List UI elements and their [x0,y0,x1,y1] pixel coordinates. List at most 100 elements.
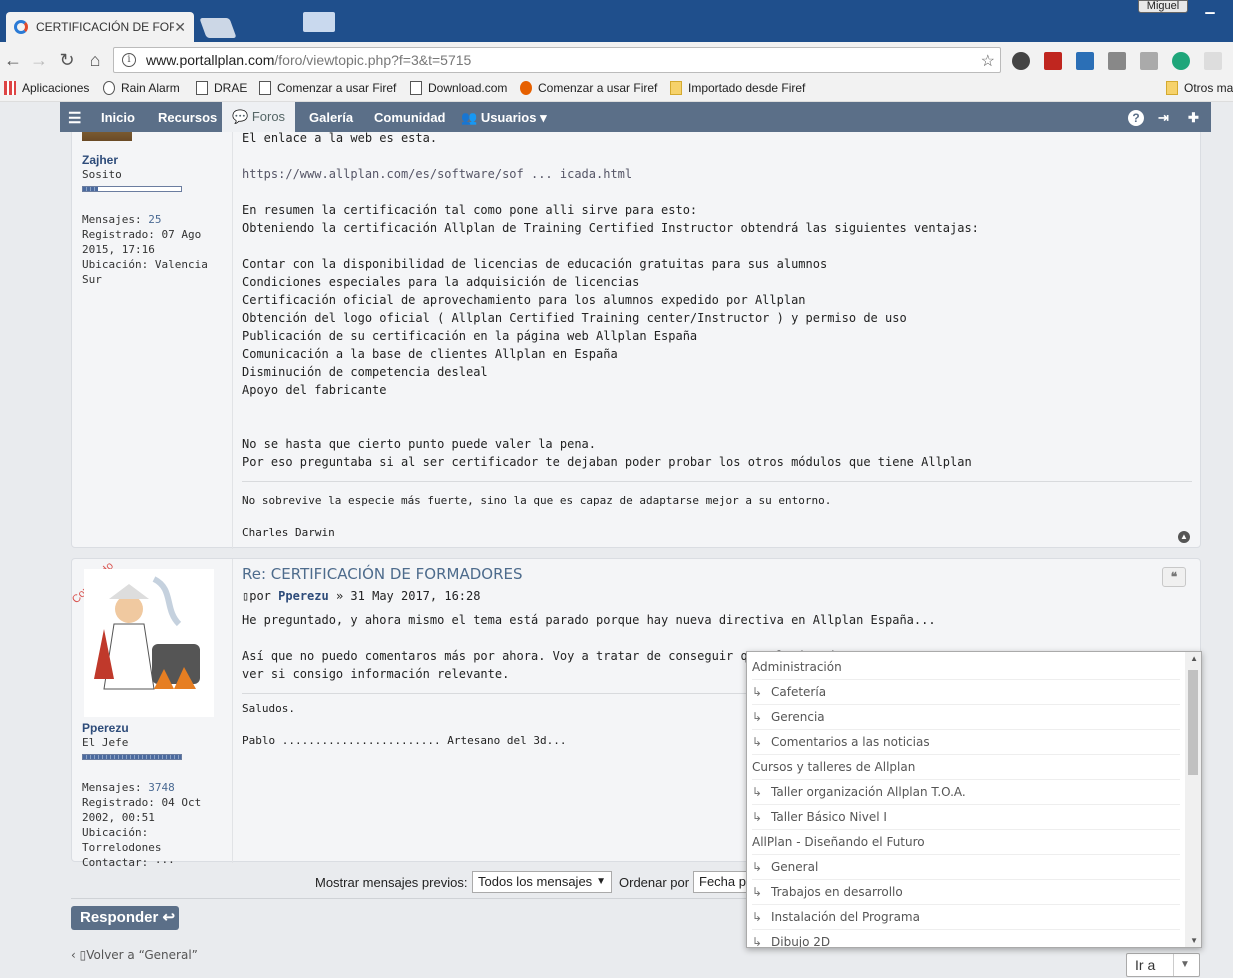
back-to-forum-link[interactable]: ‹ ▯Volver a “General” [71,948,198,962]
bookmark-otros[interactable]: Otros ma [1166,81,1233,95]
site-favicon-icon [14,20,28,34]
extension-green-icon[interactable] [1172,52,1190,70]
extension-books-icon[interactable] [1076,52,1094,70]
extension-chef-icon[interactable] [1012,52,1030,70]
post-line: Por eso preguntaba si al ser certificado… [242,455,972,469]
jump-option[interactable]: ↳ Gerencia [752,705,1180,730]
bookmark-apps[interactable]: Aplicaciones [4,81,89,95]
jump-label: Ir a [1135,957,1156,973]
contact-menu-button[interactable]: ··· [155,856,175,869]
bookmark-rain-alarm[interactable]: Rain Alarm [103,81,180,95]
nav-comunidad[interactable]: Comunidad [374,110,446,125]
home-icon[interactable]: ⌂ [84,50,106,70]
page-icon [259,81,271,95]
info-icon[interactable]: i [122,53,136,67]
back-icon[interactable]: ← [2,50,24,70]
jump-option[interactable]: ↳ Taller organización Allplan T.O.A. [752,780,1180,805]
bookmark-label: Otros ma [1184,81,1233,95]
byline-author[interactable]: Pperezu [278,589,329,603]
umbrella-icon [103,81,115,95]
jump-option[interactable]: ↳ General [752,855,1180,880]
post-line: Obtención del logo oficial ( Allplan Cer… [242,311,907,325]
extension-s-icon[interactable] [1108,52,1126,70]
close-tab-icon[interactable]: ✕ [174,19,186,36]
jump-to-button[interactable]: Ir a ▼ [1126,953,1200,977]
jump-to-list[interactable]: Administración ↳ Cafetería ↳ Gerencia ↳ Coment… [746,651,1202,948]
jump-option[interactable]: ↳ Trabajos en desarrollo [752,880,1180,905]
jump-option[interactable]: ↳ Cafetería [752,680,1180,705]
author-rank: Sosito [82,168,122,181]
bookmark-comenzar-2[interactable]: Comenzar a usar Firef [520,81,657,95]
tab-placeholder[interactable] [303,12,335,32]
scroll-thumb[interactable] [1188,670,1198,775]
login-icon[interactable]: ⇥ [1158,110,1169,126]
bookmark-star-icon[interactable]: ☆ [981,51,995,71]
nav-foros-label: Foros [251,109,286,124]
jump-option[interactable]: ↳ Taller Básico Nivel I [752,805,1180,830]
post-profile: Pperezu El Jefe Mensajes: 3748 Registrad… [82,721,232,870]
nav-usuarios[interactable]: 👥 Usuarios ▾ [461,110,547,126]
nav-inicio[interactable]: Inicio [101,110,135,125]
jump-option[interactable]: AllPlan - Diseñando el Futuro [752,830,1180,855]
address-bar[interactable]: i www.portallplan.com/foro/viewtopic.php… [113,47,1001,73]
back-to-top-icon[interactable]: ▲ [1178,531,1190,543]
minimize-icon[interactable]: ▁ [1198,0,1222,16]
subforum-arrow-icon: ↳ [752,910,763,924]
scrollbar[interactable]: ▲ ▼ [1185,652,1201,947]
value[interactable]: 25 [148,213,161,226]
menu-icon[interactable]: ☰ [68,109,81,127]
reply-button[interactable]: Responder ↩ [71,906,179,930]
jump-option[interactable]: ↳ Comentarios a las noticias [752,730,1180,755]
author-name[interactable]: Zajher [82,153,232,167]
nav-foros[interactable]: 💬 Foros [222,102,296,132]
forward-icon[interactable]: → [28,50,50,70]
reply-label: Responder [80,909,159,926]
page-icon [196,81,208,95]
subforum-arrow-icon: ↳ [752,685,763,699]
bookmark-drae[interactable]: DRAE [196,81,247,95]
label: Contactar: [82,856,149,869]
value[interactable]: 3748 [148,781,175,794]
new-tab-button[interactable] [199,18,237,38]
nav-usuarios-label: Usuarios [480,110,537,125]
nav-galeria[interactable]: Galería [309,110,353,125]
author-name[interactable]: Pperezu [82,721,232,735]
jump-option-label: Instalación del Programa [771,910,920,924]
jump-option[interactable]: Cursos y talleres de Allplan [752,755,1180,780]
extension-m-icon[interactable] [1204,52,1222,70]
extension-puzzle-icon[interactable] [1140,52,1158,70]
nav-recursos[interactable]: Recursos [158,110,217,125]
bookmark-label: Download.com [428,81,508,95]
post-link[interactable]: https://www.allplan.com/es/software/sof … [242,165,1192,183]
profile-button[interactable]: Miguel [1138,0,1188,13]
browser-tab[interactable]: CERTIFICACIÓN DE FORM ✕ [6,12,194,42]
post-line: Publicación de su certificación en la pá… [242,329,698,343]
post-title[interactable]: Re: CERTIFICACIÓN DE FORMADORES [242,565,1192,583]
reload-icon[interactable]: ↻ [56,50,78,70]
show-previous-select[interactable]: Todos los mensajes ▼ [472,871,612,893]
order-by-select[interactable]: Fecha p [693,871,753,893]
extension-pdf-icon[interactable] [1044,52,1062,70]
label: Mensajes: [82,781,142,794]
post-line: Contar con la disponibilidad de licencia… [242,257,828,271]
bookmark-comenzar-1[interactable]: Comenzar a usar Firef [259,81,396,95]
label: Registrado: [82,228,155,241]
bookmark-importado[interactable]: Importado desde Firef [670,81,805,95]
jump-option-label: Comentarios a las noticias [771,735,930,749]
jump-option[interactable]: ↳ Dibujo 2D [752,930,1180,948]
jump-option-label: Dibujo 2D [771,935,831,948]
jump-option[interactable]: Administración [752,655,1180,680]
rank-bar [82,754,182,760]
bookmark-download[interactable]: Download.com [410,81,507,95]
scroll-up-icon[interactable]: ▲ [1190,654,1198,663]
post-count: Mensajes: 3748 [82,780,232,795]
subforum-arrow-icon: ↳ [752,785,763,799]
register-icon[interactable]: ✚ [1188,110,1199,126]
jump-option[interactable]: ↳ Instalación del Programa [752,905,1180,930]
scroll-down-icon[interactable]: ▼ [1190,936,1198,945]
quote-button[interactable]: ❝ [1162,567,1186,587]
subforum-arrow-icon: ↳ [752,885,763,899]
location: Ubicación: Torrelodones [82,825,232,855]
help-icon[interactable]: ? [1128,110,1144,126]
